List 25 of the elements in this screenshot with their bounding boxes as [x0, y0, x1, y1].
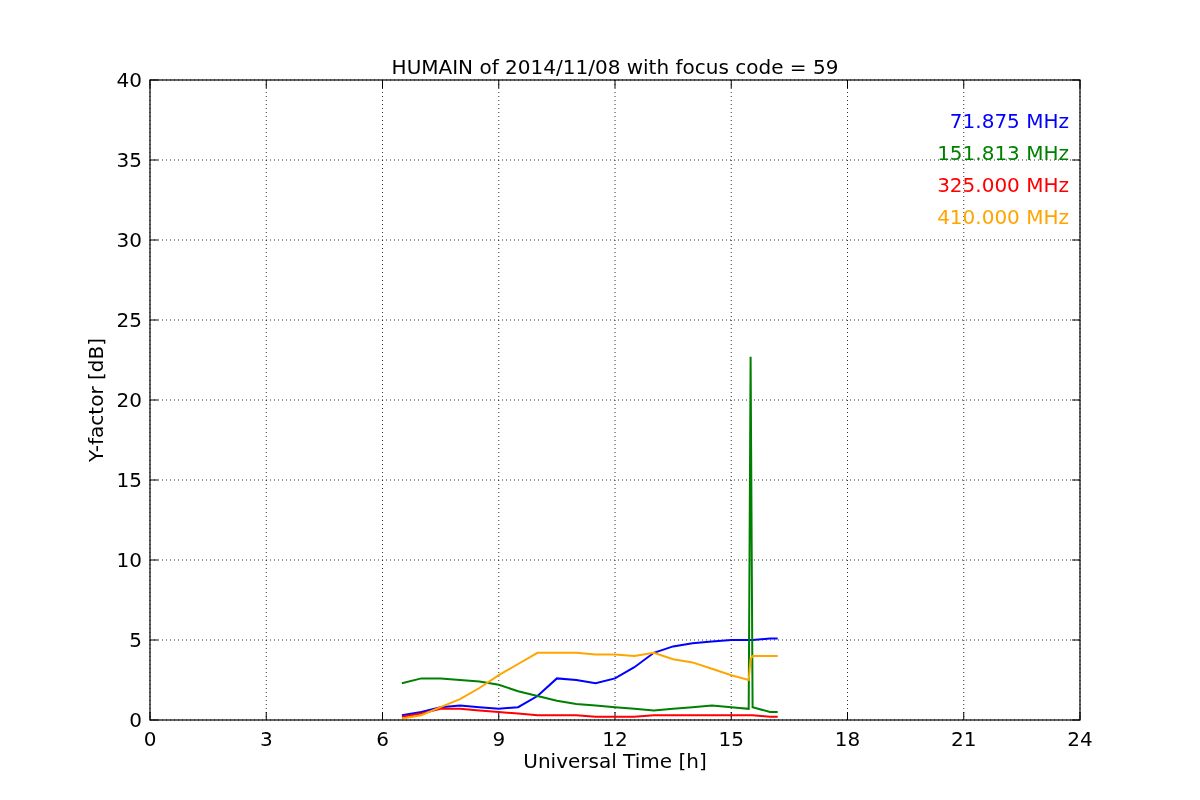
x-tick-label: 24 — [1067, 727, 1093, 751]
x-tick-label: 12 — [602, 727, 628, 751]
y-tick-label: 35 — [116, 148, 142, 172]
chart-title: HUMAIN of 2014/11/08 with focus code = 59 — [391, 55, 839, 79]
x-tick-label: 9 — [492, 727, 506, 751]
x-tick-label: 3 — [259, 727, 273, 751]
x-tick-label: 21 — [951, 727, 977, 751]
y-tick-label: 25 — [116, 308, 142, 332]
legend-label: 71.875 MHz — [949, 109, 1069, 133]
y-tick-label: 10 — [116, 548, 142, 572]
x-tick-label: 15 — [718, 727, 744, 751]
legend-label: 325.000 MHz — [937, 173, 1069, 197]
x-tick-label: 6 — [376, 727, 389, 751]
legend-label: 410.000 MHz — [937, 205, 1069, 229]
x-tick-label: 18 — [834, 727, 861, 751]
legend-label: 151.813 MHz — [937, 141, 1069, 165]
y-tick-label: 0 — [129, 708, 142, 732]
x-tick-label: 0 — [143, 727, 157, 751]
y-tick-label: 30 — [116, 228, 142, 252]
y-axis-label: Y-factor [dB] — [84, 338, 108, 462]
y-tick-label: 5 — [129, 628, 142, 652]
y-tick-label: 20 — [116, 388, 142, 412]
y-tick-label: 40 — [116, 68, 142, 92]
x-axis-label: Universal Time [h] — [523, 749, 707, 773]
y-tick-label: 15 — [116, 468, 142, 492]
